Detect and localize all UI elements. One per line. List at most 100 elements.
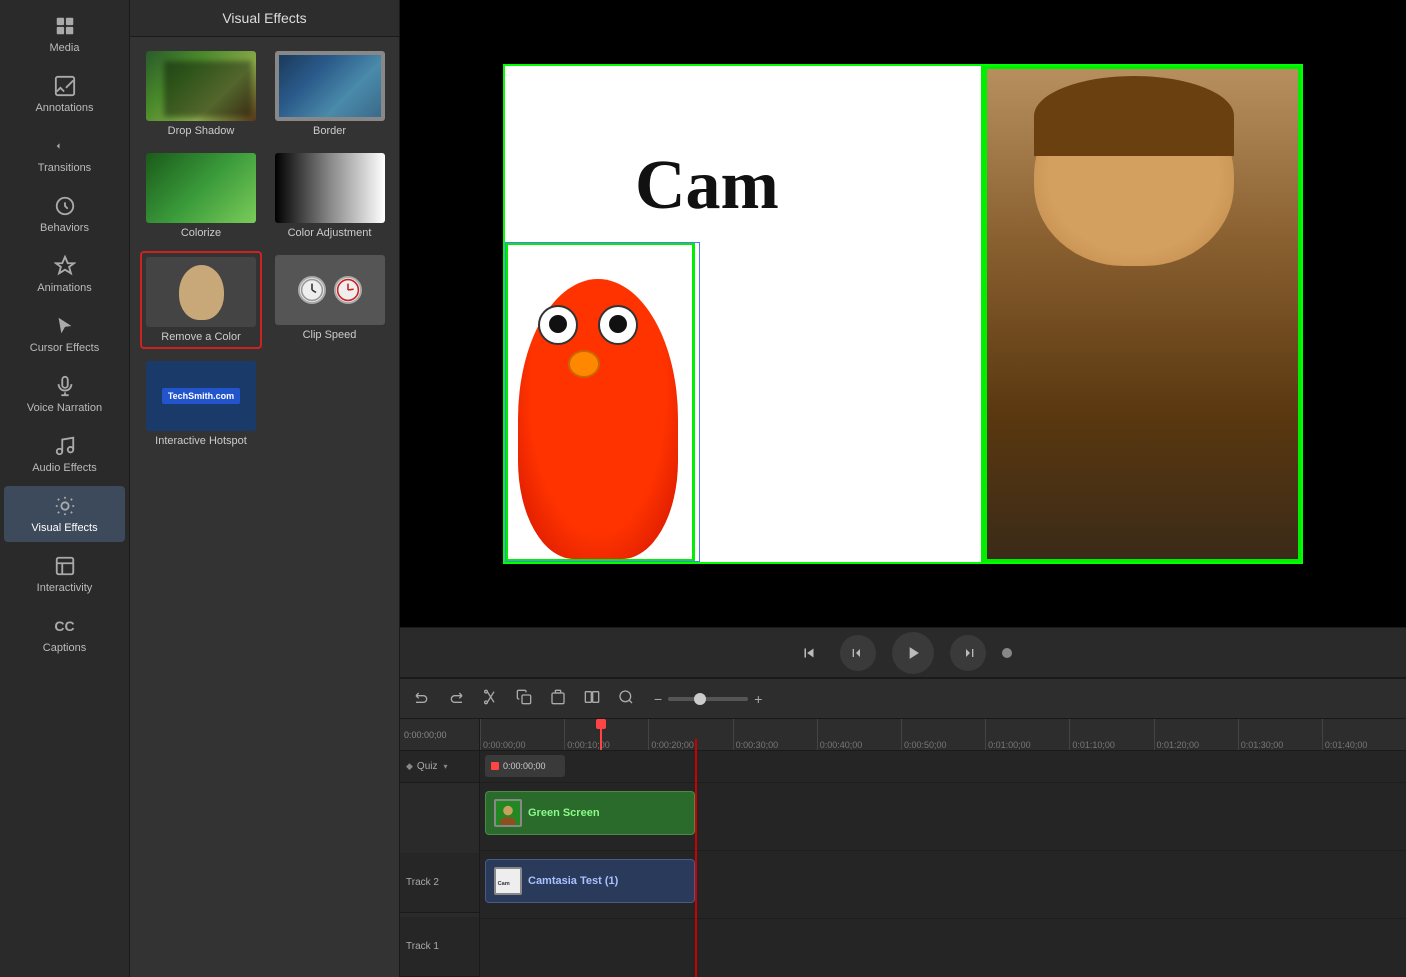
ruler-mark-0: 0:00:00;00	[480, 719, 564, 750]
redo-button[interactable]	[442, 685, 470, 712]
green-screen-thumb	[494, 799, 522, 827]
clip-speed-preview	[275, 255, 385, 325]
green-screen-clip-label: Green Screen	[528, 807, 600, 819]
scene-text-cam: Cam	[635, 146, 779, 226]
sidebar: Media Annotations Transitions Behaviors …	[0, 0, 130, 977]
quiz-track-dropdown[interactable]: ▾	[443, 762, 447, 771]
sidebar-item-captions[interactable]: CC Captions	[4, 606, 125, 662]
timeline-area: − + 0:00:00;00 ◆	[400, 677, 1406, 977]
svg-text:Cam: Cam	[498, 881, 510, 887]
step-back-button[interactable]	[840, 635, 876, 671]
camtasia-thumb: Cam	[494, 867, 522, 895]
sidebar-item-transitions-label: Transitions	[38, 162, 91, 174]
track2-row: Green Screen	[480, 783, 1406, 851]
effect-colorize-thumb	[146, 153, 256, 223]
track2-label: Track 2	[406, 877, 439, 888]
effect-border-label: Border	[313, 125, 346, 137]
zoom-plus-button[interactable]: +	[754, 691, 762, 707]
sidebar-item-visual-effects[interactable]: Visual Effects	[4, 486, 125, 542]
person-silhouette	[179, 265, 224, 320]
color-adjustment-preview	[275, 153, 385, 223]
ruler-mark-4: 0:00:40;00	[817, 719, 901, 750]
preview-controls	[400, 627, 1406, 677]
track-labels-spacer	[400, 783, 479, 845]
quiz-marker-icon	[491, 762, 499, 770]
track1-clip-camtasia[interactable]: Cam Camtasia Test (1)	[485, 859, 695, 903]
quiz-track-label: Quiz	[417, 761, 438, 772]
sidebar-item-media-label: Media	[50, 42, 80, 54]
play-pause-button[interactable]	[892, 632, 934, 674]
ruler-mark-2: 0:00:20;00	[648, 719, 732, 750]
effect-remove-color[interactable]: Remove a Color	[140, 251, 262, 349]
search-button[interactable]	[612, 685, 640, 712]
split-button[interactable]	[578, 685, 606, 712]
sidebar-item-cursor-effects-label: Cursor Effects	[30, 342, 100, 354]
drop-shadow-preview	[146, 51, 256, 121]
zoom-track[interactable]	[668, 697, 748, 701]
elmo-eye-left	[538, 305, 578, 345]
border-preview	[275, 51, 385, 121]
visual-effects-icon	[53, 494, 77, 518]
effect-clip-speed[interactable]: Clip Speed	[270, 251, 389, 349]
sidebar-item-media[interactable]: Media	[4, 6, 125, 62]
interactivity-icon	[53, 554, 77, 578]
effect-colorize-label: Colorize	[181, 227, 221, 239]
playhead-handle[interactable]	[596, 719, 606, 729]
sidebar-item-voice-narration[interactable]: Voice Narration	[4, 366, 125, 422]
timeline-ruler[interactable]: 0:00:00;00 0:00:10;00 0:00:20;00 0:00:30…	[480, 719, 1406, 751]
ruler-mark-9: 0:01:30;00	[1238, 719, 1322, 750]
sidebar-item-transitions[interactable]: Transitions	[4, 126, 125, 182]
sidebar-item-behaviors[interactable]: Behaviors	[4, 186, 125, 242]
zoom-slider: − +	[654, 691, 762, 707]
effect-drop-shadow[interactable]: Drop Shadow	[140, 47, 262, 141]
track-label-track1: Track 1	[400, 917, 479, 977]
sidebar-item-interactivity[interactable]: Interactivity	[4, 546, 125, 602]
ruler-mark-7: 0:01:10;00	[1069, 719, 1153, 750]
quiz-track-icon: ◆	[406, 761, 413, 772]
effect-remove-color-label: Remove a Color	[161, 331, 240, 343]
playhead[interactable]	[600, 719, 602, 750]
preview-content: Cam	[503, 64, 1303, 564]
sidebar-item-animations[interactable]: Animations	[4, 246, 125, 302]
clock-slow-icon	[298, 276, 326, 304]
sidebar-item-animations-label: Animations	[37, 282, 91, 294]
rewind-button[interactable]	[794, 638, 824, 668]
ruler-mark-8: 0:01:20;00	[1154, 719, 1238, 750]
effect-colorize[interactable]: Colorize	[140, 149, 262, 243]
timeline-tracks: 0:00:00;00 0:00:10;00 0:00:20;00 0:00:30…	[480, 719, 1406, 977]
annotations-icon	[53, 74, 77, 98]
undo-button[interactable]	[408, 685, 436, 712]
behaviors-icon	[53, 194, 77, 218]
effect-border[interactable]: Border	[270, 47, 389, 141]
effect-color-adjustment[interactable]: Color Adjustment	[270, 149, 389, 243]
ruler-mark-6: 0:01:00;00	[985, 719, 1069, 750]
step-forward-button[interactable]	[950, 635, 986, 671]
preview-area: Cam	[400, 0, 1406, 677]
quiz-marker[interactable]: 0:00:00;00	[485, 755, 565, 777]
hotspot-preview: TechSmith.com	[146, 361, 256, 431]
voice-narration-icon	[53, 374, 77, 398]
effect-interactive-hotspot[interactable]: TechSmith.com Interactive Hotspot	[140, 357, 262, 451]
track2-clip-green-screen[interactable]: Green Screen	[485, 791, 695, 835]
ruler-mark-5: 0:00:50;00	[901, 719, 985, 750]
zoom-minus-button[interactable]: −	[654, 691, 662, 707]
preview-canvas: Cam	[400, 0, 1406, 627]
cut-button[interactable]	[476, 685, 504, 712]
zoom-thumb	[694, 693, 706, 705]
elmo-eye-right	[598, 305, 638, 345]
track1-row: Cam Camtasia Test (1)	[480, 851, 1406, 919]
sidebar-item-annotations[interactable]: Annotations	[4, 66, 125, 122]
track-label-track2: Track 2	[400, 853, 479, 913]
paste-button[interactable]	[544, 685, 572, 712]
ruler-mark-10: 0:01:40;00	[1322, 719, 1406, 750]
effects-grid: Drop Shadow Border Colorize	[130, 37, 399, 461]
sidebar-item-audio-effects[interactable]: Audio Effects	[4, 426, 125, 482]
audio-effects-icon	[53, 434, 77, 458]
effects-panel: Visual Effects Drop Shadow Border	[130, 0, 400, 977]
copy-button[interactable]	[510, 685, 538, 712]
sidebar-item-captions-label: Captions	[43, 642, 86, 654]
ruler-mark-3: 0:00:30;00	[733, 719, 817, 750]
main-area: Media Annotations Transitions Behaviors …	[0, 0, 1406, 977]
sidebar-item-cursor-effects[interactable]: Cursor Effects	[4, 306, 125, 362]
clock-fast-icon	[334, 276, 362, 304]
